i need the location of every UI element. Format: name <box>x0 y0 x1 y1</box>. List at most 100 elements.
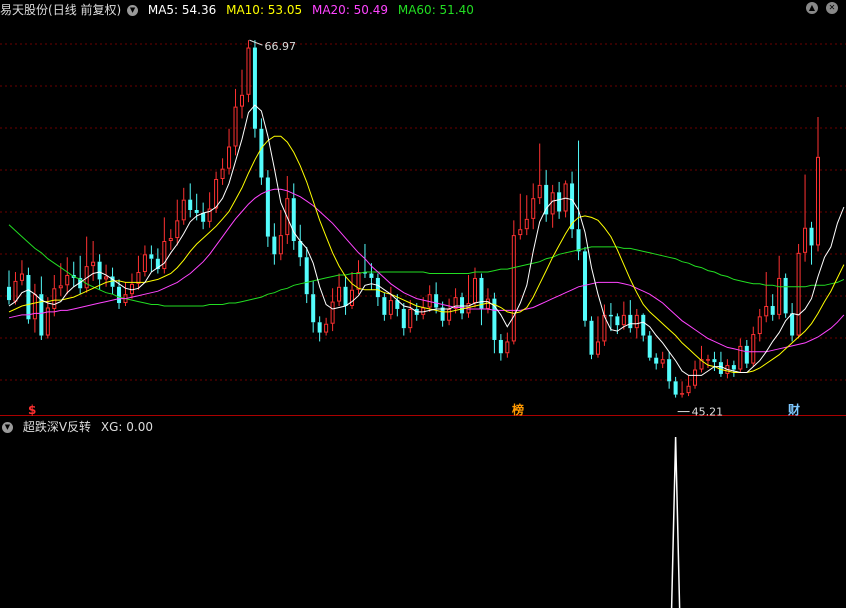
candle <box>485 298 490 309</box>
signal-spike <box>670 436 681 608</box>
candle <box>621 314 626 326</box>
candle <box>595 341 600 355</box>
ma5-label: MA5: 54.36 <box>147 3 217 17</box>
candle <box>634 314 639 329</box>
candle <box>298 241 303 258</box>
candle <box>304 257 309 295</box>
ma10-label: MA10: 53.05 <box>226 3 303 17</box>
candlestick-chart[interactable]: 66.97 45.21 <box>0 0 846 608</box>
candle <box>673 381 678 395</box>
indicator-name: 超跌深V反转 <box>22 420 92 434</box>
candle <box>136 272 141 284</box>
candle <box>693 369 698 386</box>
candle <box>91 261 96 267</box>
candle <box>647 335 652 358</box>
candle <box>764 306 769 317</box>
candle <box>712 359 717 363</box>
candle <box>104 276 109 280</box>
candle <box>201 212 206 222</box>
candle <box>427 294 432 308</box>
candle <box>460 297 465 314</box>
candle <box>589 320 594 355</box>
candle <box>537 184 542 199</box>
candle <box>498 339 503 354</box>
dropdown-icon[interactable]: ▼ <box>2 422 13 433</box>
candle <box>214 178 219 209</box>
candle <box>751 334 756 364</box>
candle <box>19 273 24 281</box>
candle <box>117 286 122 304</box>
candle <box>401 308 406 329</box>
candle <box>557 192 562 212</box>
candle <box>375 277 380 298</box>
candle <box>220 168 225 179</box>
candle <box>233 106 238 147</box>
candle <box>317 322 322 333</box>
candle <box>770 306 775 315</box>
candle <box>272 236 277 255</box>
candle <box>608 314 613 317</box>
candle <box>97 261 102 280</box>
candle <box>356 272 361 290</box>
candle <box>408 308 413 329</box>
dollar-marker[interactable]: $ <box>28 403 36 417</box>
stock-name: 易天股份 <box>0 3 49 17</box>
candle <box>259 128 264 178</box>
candle <box>667 359 672 382</box>
close-icon[interactable]: ✕ <box>826 2 838 14</box>
candle <box>188 199 193 210</box>
candle <box>790 313 795 336</box>
candle <box>26 274 31 320</box>
candle <box>52 288 57 309</box>
chart-period: (日线 前复权) <box>48 3 122 17</box>
candle <box>796 252 801 336</box>
candle <box>757 316 762 335</box>
candle <box>544 184 549 215</box>
candle <box>563 183 568 212</box>
candle <box>227 146 232 169</box>
candle <box>744 345 749 364</box>
candle <box>252 47 257 129</box>
candle <box>343 286 348 306</box>
candle <box>641 314 646 336</box>
candle <box>686 385 691 394</box>
candle <box>330 301 335 324</box>
candle <box>278 235 283 255</box>
candle <box>32 294 37 320</box>
candle <box>265 177 270 237</box>
candle <box>58 285 63 289</box>
dropdown-icon[interactable]: ▼ <box>127 5 139 16</box>
indicator-xg: XG: 0.00 <box>100 420 153 434</box>
candle <box>175 220 180 239</box>
low-price-label: 45.21 <box>692 406 724 419</box>
candle <box>142 254 147 273</box>
candle <box>181 199 186 221</box>
candle <box>382 297 387 315</box>
candle <box>388 300 393 315</box>
candle <box>511 235 516 342</box>
candle <box>518 229 523 236</box>
candle <box>809 227 814 246</box>
candle <box>660 359 665 364</box>
candle <box>350 289 355 306</box>
candle <box>239 94 244 107</box>
candle <box>129 283 134 295</box>
ma60-line <box>8 224 845 307</box>
price-header: 易天股份(日线 前复权) ▼ MA5: 54.36 MA10: 53.05 MA… <box>0 1 480 19</box>
ma20-line <box>8 188 845 353</box>
cai-marker[interactable]: 财 <box>788 403 800 417</box>
candle <box>6 286 12 301</box>
candle <box>194 210 199 213</box>
indicator-header: ▼ 超跌深V反转 XG: 0.00 <box>0 418 159 436</box>
candle <box>654 357 659 364</box>
up-arrow-icon[interactable]: ▲ <box>806 2 818 14</box>
candle <box>718 362 723 374</box>
candle <box>434 294 439 308</box>
candle <box>505 341 510 354</box>
candle <box>524 218 529 230</box>
candle <box>162 241 167 270</box>
bang-marker[interactable]: 榜 <box>512 403 524 417</box>
candle <box>369 273 374 278</box>
candle <box>705 359 710 361</box>
candle <box>815 156 821 246</box>
